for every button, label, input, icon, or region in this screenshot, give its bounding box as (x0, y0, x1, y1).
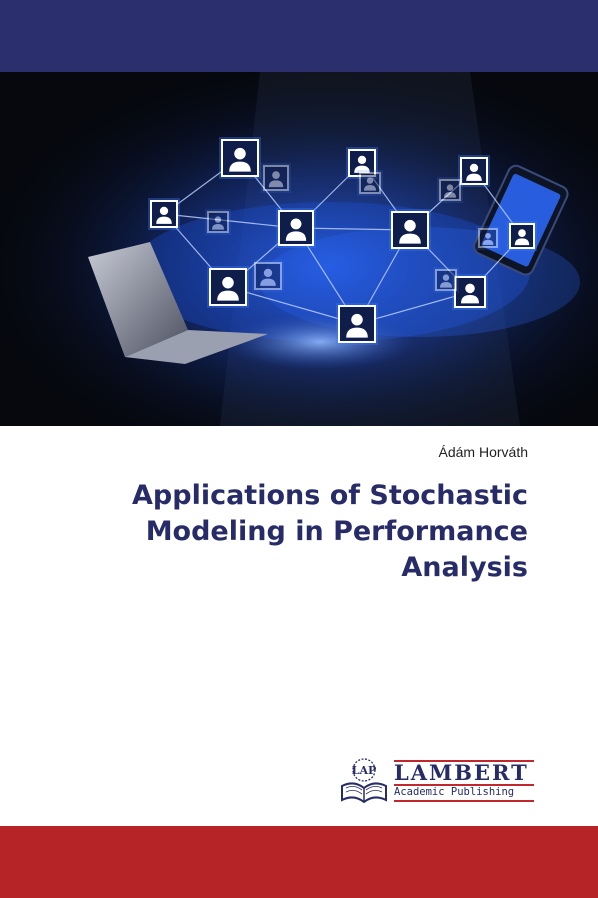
cover-illustration (0, 72, 598, 426)
user-profile-icon (261, 163, 291, 193)
user-profile-icon (276, 208, 316, 248)
publisher-subtitle: Academic Publishing (394, 786, 515, 798)
user-profile-icon (205, 209, 231, 235)
user-profile-icon (219, 137, 261, 179)
user-profile-icon (437, 177, 463, 203)
publisher-name: LAMBERT (394, 760, 529, 785)
publisher-rule-bottom (394, 800, 534, 802)
user-profile-icon (336, 303, 378, 345)
user-profile-icon (252, 260, 284, 292)
author-name: Ádám Horváth (438, 444, 528, 460)
user-profile-icon (507, 221, 537, 251)
title-line-1: Applications of Stochastic (132, 480, 528, 511)
book-title: Applications of Stochastic Modeling in P… (68, 478, 528, 586)
user-profile-icon (389, 209, 431, 251)
title-line-2: Modeling in Performance (145, 516, 528, 547)
user-profile-icon (476, 226, 500, 250)
open-book-emblem-icon: LAP (341, 758, 387, 804)
publisher-logo: LAP LAMBERT Academic Publishing (338, 756, 538, 806)
title-line-3: Analysis (401, 552, 528, 583)
emblem-text: LAP (352, 764, 377, 777)
user-profile-icon (207, 266, 249, 308)
top-color-band (0, 0, 598, 72)
hand-glow (225, 314, 415, 370)
bottom-color-band (0, 826, 598, 898)
user-profile-icon (148, 198, 180, 230)
user-profile-icon (433, 267, 459, 293)
network-illustration (0, 72, 598, 426)
user-profile-icon (357, 170, 383, 196)
